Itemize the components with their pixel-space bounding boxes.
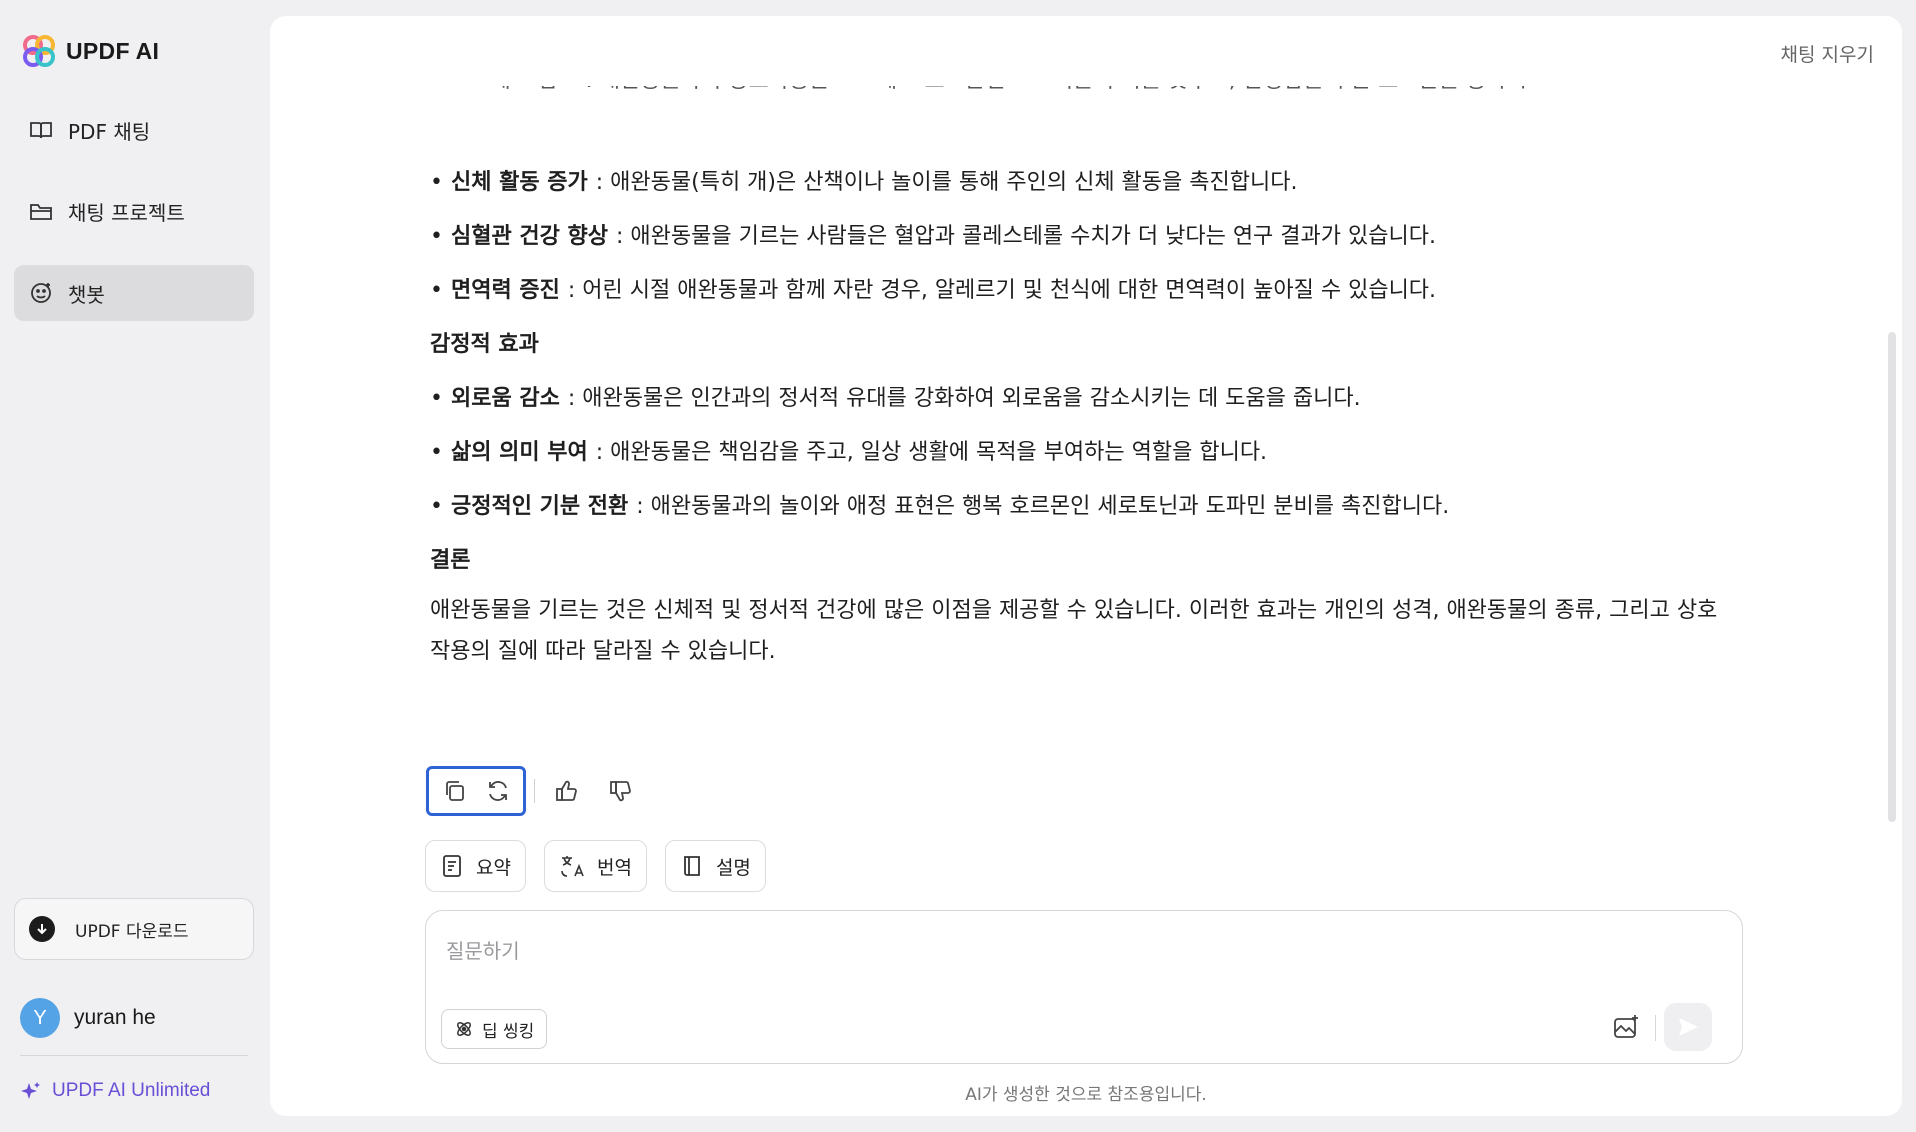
highlighted-actions — [426, 766, 526, 816]
sidebar-item-chatbot[interactable]: 챗봇 — [14, 265, 254, 321]
sidebar-item-label: 챗봇 — [68, 282, 105, 307]
message-actions — [426, 766, 637, 816]
conclusion-paragraph: 애완동물을 기르는 것은 신체적 및 정서적 건강에 많은 이점을 제공할 수 … — [430, 598, 1718, 664]
deep-think-toggle[interactable]: 딥 씽킹 — [441, 1009, 548, 1049]
user-profile[interactable]: Y yuran he — [20, 998, 156, 1038]
list-item: • 면역력 증진 : 어린 시절 애완동물과 함께 자란 경우, 알레르기 및 천… — [430, 278, 1437, 303]
translate-button[interactable]: 번역 — [543, 840, 647, 892]
sidebar-item-label: PDF 채팅 — [68, 119, 151, 144]
copy-button[interactable] — [439, 775, 471, 807]
download-label: UPDF 다운로드 — [75, 921, 189, 942]
section-heading: 감정적 효과 — [430, 332, 539, 357]
app-logo[interactable]: UPDF AI — [22, 34, 159, 68]
deep-think-label: 딥 씽킹 — [482, 1021, 535, 1042]
book-open-icon — [30, 122, 52, 139]
dislike-button[interactable] — [605, 775, 637, 807]
list-item: • 긍정적인 기분 전환 : 애완동물과의 놀이와 애정 표현은 행복 호르몬인 … — [430, 494, 1450, 519]
list-item: • 삶의 의미 부여 : 애완동물은 책임감을 주고, 일상 생활에 목적을 부여… — [430, 440, 1268, 465]
clear-chat-button[interactable]: 채팅 지우기 — [1781, 40, 1874, 67]
explain-button[interactable]: 설명 — [664, 840, 766, 892]
upgrade-unlimited-link[interactable]: UPDF AI Unlimited — [20, 1080, 210, 1102]
send-button[interactable] — [1664, 1003, 1712, 1051]
explain-book-icon — [684, 856, 700, 876]
list-item: • 외로움 감소 : 애완동물은 인간과의 정서적 유대를 강화하여 외로움을 감… — [430, 386, 1361, 411]
regenerate-button[interactable] — [482, 775, 514, 807]
ai-disclaimer: AI가 생성한 것으로 참조용입니다. — [965, 1085, 1207, 1105]
input-divider — [1655, 1015, 1656, 1041]
unlimited-label: UPDF AI Unlimited — [52, 1080, 211, 1101]
summarize-label: 요약 — [476, 856, 511, 879]
folder-icon — [30, 204, 52, 220]
sidebar-item-label: 채팅 프로젝트 — [68, 200, 185, 225]
action-divider — [534, 779, 535, 803]
avatar: Y — [20, 998, 60, 1038]
attach-image-button[interactable] — [1606, 1007, 1646, 1047]
download-updf-button[interactable]: UPDF 다운로드 — [14, 898, 254, 960]
sidebar: UPDF AI PDF 채팅 채팅 프로젝트 챗봇 UPDF 다운로드 Y yu… — [0, 0, 268, 1132]
app-name: UPDF AI — [66, 37, 160, 64]
quick-actions: 요약 번역 설명 — [425, 840, 766, 892]
sidebar-divider — [20, 1055, 248, 1056]
translate-label: 번역 — [596, 856, 632, 879]
list-item: • 신체 활동 증가 : 애완동물(특히 개)은 산책이나 놀이를 통해 주인의 … — [430, 170, 1298, 195]
updf-logo-icon — [23, 35, 55, 67]
question-input[interactable] — [446, 931, 1546, 971]
refresh-icon — [488, 781, 507, 801]
summary-icon — [443, 855, 461, 877]
thumbs-up-icon — [556, 780, 577, 801]
thumbs-down-icon — [610, 781, 631, 802]
like-button[interactable] — [551, 775, 583, 807]
clipped-text-line: • 스트레스 감소 : 애완동물과의 상호작용은 스트레스 호르몬인 코르티솔 … — [430, 86, 1530, 94]
list-item: • 심혈관 건강 향상 : 애완동물을 기르는 사람들은 혈압과 콜레스테롤 수치… — [430, 224, 1436, 249]
chat-panel: 채팅 지우기 • 스트레스 감소 : 애완동물과의 상호작용은 스트레스 호르몬… — [270, 16, 1902, 1116]
explain-label: 설명 — [715, 856, 751, 879]
image-upload-icon — [1614, 1015, 1638, 1038]
summarize-button[interactable]: 요약 — [425, 840, 526, 892]
sidebar-item-chat-project[interactable]: 채팅 프로젝트 — [14, 183, 254, 239]
download-icon — [29, 916, 55, 942]
scrollbar[interactable] — [1888, 332, 1896, 822]
chat-input-box: 딥 씽킹 — [425, 910, 1743, 1064]
user-name: yuran he — [74, 1006, 156, 1029]
atom-icon — [457, 1022, 471, 1036]
copy-icon — [445, 781, 464, 801]
translate-icon — [561, 856, 584, 877]
section-heading: 결론 — [430, 548, 471, 573]
sidebar-item-pdf-chat[interactable]: PDF 채팅 — [14, 102, 254, 158]
sparkle-icon — [21, 1082, 40, 1099]
send-icon — [1679, 1018, 1698, 1036]
bot-icon — [31, 283, 51, 303]
